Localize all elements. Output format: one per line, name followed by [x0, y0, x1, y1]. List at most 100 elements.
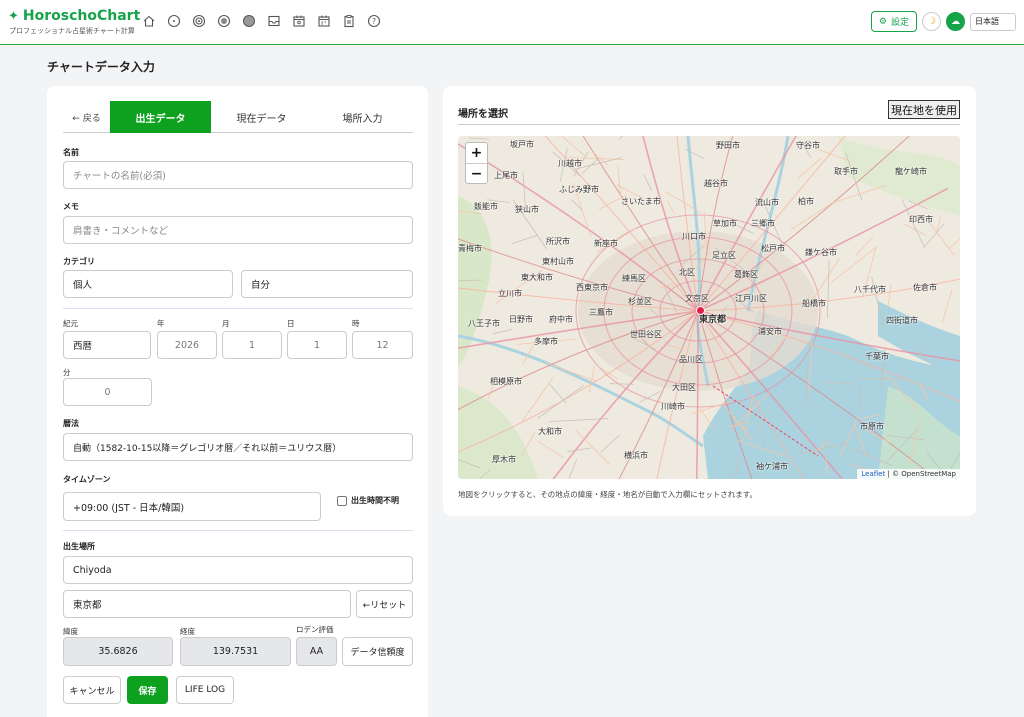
- location-map[interactable]: 坂戸市 川越市 野田市 守谷市 上尾市 ふじみ野市 さいたま市 越谷市 取手市 龍ケ崎市 飯能市 狭山…: [458, 136, 960, 479]
- filled-circle-icon[interactable]: [242, 14, 256, 28]
- name-label: 名前: [63, 148, 79, 157]
- osm-attribution[interactable]: | © OpenStreetMap: [887, 470, 956, 478]
- double-circle-icon[interactable]: [217, 14, 231, 28]
- map-label: 府中市: [549, 315, 573, 324]
- map-label: 東村山市: [542, 257, 574, 266]
- unknown-time-checkbox[interactable]: 出生時間不明: [337, 495, 399, 506]
- divider: [458, 124, 960, 125]
- category-select-2[interactable]: 自分: [241, 270, 413, 298]
- inbox-icon[interactable]: [267, 14, 281, 28]
- map-label: 練馬区: [622, 274, 646, 283]
- longitude-field: 139.7531: [180, 637, 291, 666]
- timezone-label: タイムゾーン: [63, 475, 111, 484]
- map-label: 飯能市: [474, 202, 498, 211]
- map-attribution[interactable]: Leaflet | © OpenStreetMap: [857, 469, 960, 479]
- dark-theme-button[interactable]: ☽: [922, 12, 941, 31]
- year-label: 年: [157, 319, 165, 328]
- location-marker[interactable]: [696, 306, 705, 315]
- map-label: 取手市: [834, 167, 858, 176]
- map-label: 印西市: [909, 215, 933, 224]
- map-label: 西東京市: [576, 283, 608, 292]
- rodden-label: ロデン評価: [296, 625, 334, 634]
- brand-name: HoroschoChart: [22, 8, 141, 24]
- target-icon[interactable]: [192, 14, 206, 28]
- star-icon: ✦: [8, 8, 19, 24]
- reset-button[interactable]: ←リセット: [356, 590, 413, 618]
- light-theme-button[interactable]: ☁: [946, 12, 965, 31]
- map-label: 佐倉市: [913, 283, 937, 292]
- tab-current-data[interactable]: 現在データ: [211, 101, 312, 133]
- map-label: 川越市: [558, 159, 582, 168]
- year-input[interactable]: 2026: [157, 331, 217, 359]
- calendar-grid-icon[interactable]: [317, 14, 331, 28]
- map-label: 立川市: [498, 289, 522, 298]
- gear-icon: ⚙: [878, 16, 887, 27]
- map-label: 松戸市: [761, 244, 785, 253]
- circle-dot-icon[interactable]: [167, 14, 181, 28]
- map-label: 袖ケ浦市: [756, 462, 788, 471]
- map-label: 川崎市: [661, 402, 685, 411]
- hour-input[interactable]: 12: [352, 331, 413, 359]
- save-button[interactable]: 保存: [127, 676, 168, 704]
- brand-logo[interactable]: ✦ HoroschoChart プロフェッショナル占星術チャート計算: [8, 8, 140, 36]
- lifelog-button[interactable]: LIFE LOG: [176, 676, 234, 704]
- map-label: 上尾市: [494, 171, 518, 180]
- map-label: 浦安市: [758, 327, 782, 336]
- calendar-icon[interactable]: [292, 14, 306, 28]
- zoom-in-button[interactable]: +: [466, 143, 487, 163]
- minute-input[interactable]: 0: [63, 378, 152, 406]
- place-detail-input[interactable]: 東京都: [63, 590, 351, 618]
- place-input[interactable]: Chiyoda: [63, 556, 413, 584]
- map-label: 足立区: [712, 251, 736, 260]
- map-label: 江戸川区: [735, 294, 767, 303]
- map-label: 杉並区: [628, 297, 652, 306]
- calendar-label: 暦法: [63, 419, 79, 428]
- map-label: 横浜市: [624, 451, 648, 460]
- tab-location-input[interactable]: 場所入力: [312, 101, 413, 133]
- use-current-location-button[interactable]: 現在地を使用: [888, 100, 960, 119]
- language-select[interactable]: 日本語: [970, 12, 1016, 31]
- calendar-select[interactable]: 自動（1582-10-15以降＝グレゴリオ暦／それ以前＝ユリウス暦）: [63, 433, 413, 461]
- map-label: 世田谷区: [630, 330, 662, 339]
- map-label: 所沢市: [546, 237, 570, 246]
- month-input[interactable]: 1: [222, 331, 282, 359]
- rodden-select[interactable]: AA: [296, 637, 337, 666]
- zoom-out-button[interactable]: −: [466, 163, 487, 183]
- name-input[interactable]: チャートの名前(必須): [63, 161, 413, 189]
- era-label: 紀元: [63, 319, 78, 328]
- map-label: 八王子市: [468, 319, 500, 328]
- map-label: 千葉市: [865, 352, 889, 361]
- timezone-select[interactable]: +09:00 (JST - 日本/韓国): [63, 492, 321, 521]
- category-label: カテゴリ: [63, 257, 95, 266]
- home-icon[interactable]: [142, 14, 156, 28]
- help-icon[interactable]: ?: [367, 14, 381, 28]
- tab-birth-data[interactable]: 出生データ: [110, 101, 211, 133]
- memo-input[interactable]: 肩書き・コメントなど: [63, 216, 413, 244]
- latitude-label: 緯度: [63, 627, 78, 636]
- map-label: 三郷市: [751, 219, 775, 228]
- era-select[interactable]: 西暦: [63, 331, 151, 359]
- cancel-button[interactable]: キャンセル: [63, 676, 121, 704]
- category-select-1[interactable]: 個人: [63, 270, 233, 298]
- data-reliability-button[interactable]: データ信頼度: [342, 637, 413, 666]
- map-label: 三鷹市: [589, 308, 613, 317]
- map-label: 鎌ケ谷市: [805, 248, 837, 257]
- map-label: さいたま市: [621, 197, 661, 206]
- map-label: 多摩市: [534, 337, 558, 346]
- memo-label: メモ: [63, 202, 79, 211]
- zoom-control: + −: [465, 142, 488, 184]
- leaflet-link[interactable]: Leaflet: [861, 470, 885, 478]
- map-label: 川口市: [682, 232, 706, 241]
- place-label: 出生場所: [63, 542, 95, 551]
- back-button[interactable]: ← 戻る: [63, 101, 110, 133]
- map-label: 大田区: [672, 383, 696, 392]
- day-input[interactable]: 1: [287, 331, 347, 359]
- map-panel-title: 場所を選択: [458, 109, 508, 120]
- chart-input-form: ← 戻る 出生データ 現在データ 場所入力 名前 チャートの名前(必須) メモ …: [47, 86, 428, 717]
- checkbox-box[interactable]: [337, 495, 347, 506]
- settings-button[interactable]: ⚙ 設定: [870, 11, 917, 32]
- map-label: 船橋市: [802, 299, 826, 308]
- clipboard-icon[interactable]: [342, 14, 356, 28]
- map-label: 文京区: [685, 294, 709, 303]
- moon-icon: ☽: [927, 16, 936, 27]
